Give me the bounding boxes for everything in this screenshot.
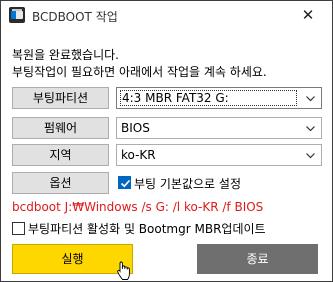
- partition-select-value: 4:3 MBR FAT32 G:: [120, 90, 297, 106]
- chevron-down-icon: [306, 126, 315, 132]
- mouse-cursor-icon: [117, 261, 130, 280]
- chevron-down-icon: [306, 153, 315, 159]
- title-bar: BCDBOOT 작업 ✕: [1, 1, 332, 30]
- run-button[interactable]: 실행: [12, 244, 133, 274]
- command-preview: bcdboot J:₩Windows /s G: /l ko-KR /f BIO…: [12, 200, 264, 214]
- activate-partition-checkbox[interactable]: [12, 222, 25, 235]
- firmware-select-value: BIOS: [121, 121, 150, 135]
- locale-select[interactable]: ko-KR: [116, 144, 322, 166]
- bcdboot-dialog: BCDBOOT 작업 ✕ 복원을 완료했습니다. 부팅작업이 필요하면 아래에서…: [0, 0, 333, 282]
- default-boot-checkbox[interactable]: [118, 176, 131, 189]
- checkmark-icon: [120, 179, 131, 188]
- partition-select[interactable]: 4:3 MBR FAT32 G:: [116, 87, 322, 109]
- firmware-select[interactable]: BIOS: [116, 117, 322, 139]
- exit-button[interactable]: 종료: [197, 244, 318, 274]
- chevron-down-icon: [306, 96, 315, 102]
- window-close-button[interactable]: ✕: [288, 3, 328, 28]
- firmware-button[interactable]: 펌웨어: [12, 117, 109, 139]
- options-button[interactable]: 옵션: [12, 172, 109, 194]
- partition-button[interactable]: 부팅파티션: [12, 87, 109, 109]
- window-title: BCDBOOT 작업: [32, 10, 118, 24]
- app-icon: [9, 7, 25, 23]
- default-boot-label: 부팅 기본값으로 설정: [134, 177, 241, 191]
- locale-select-value: ko-KR: [121, 148, 156, 162]
- instruction-message: 부팅작업이 필요하면 아래에서 작업을 계속 하세요.: [12, 65, 267, 79]
- status-message: 복원을 완료했습니다.: [12, 48, 119, 62]
- locale-button[interactable]: 지역: [12, 144, 109, 166]
- activate-partition-label: 부팅파티션 활성화 및 Bootmgr MBR업데이트: [28, 222, 266, 236]
